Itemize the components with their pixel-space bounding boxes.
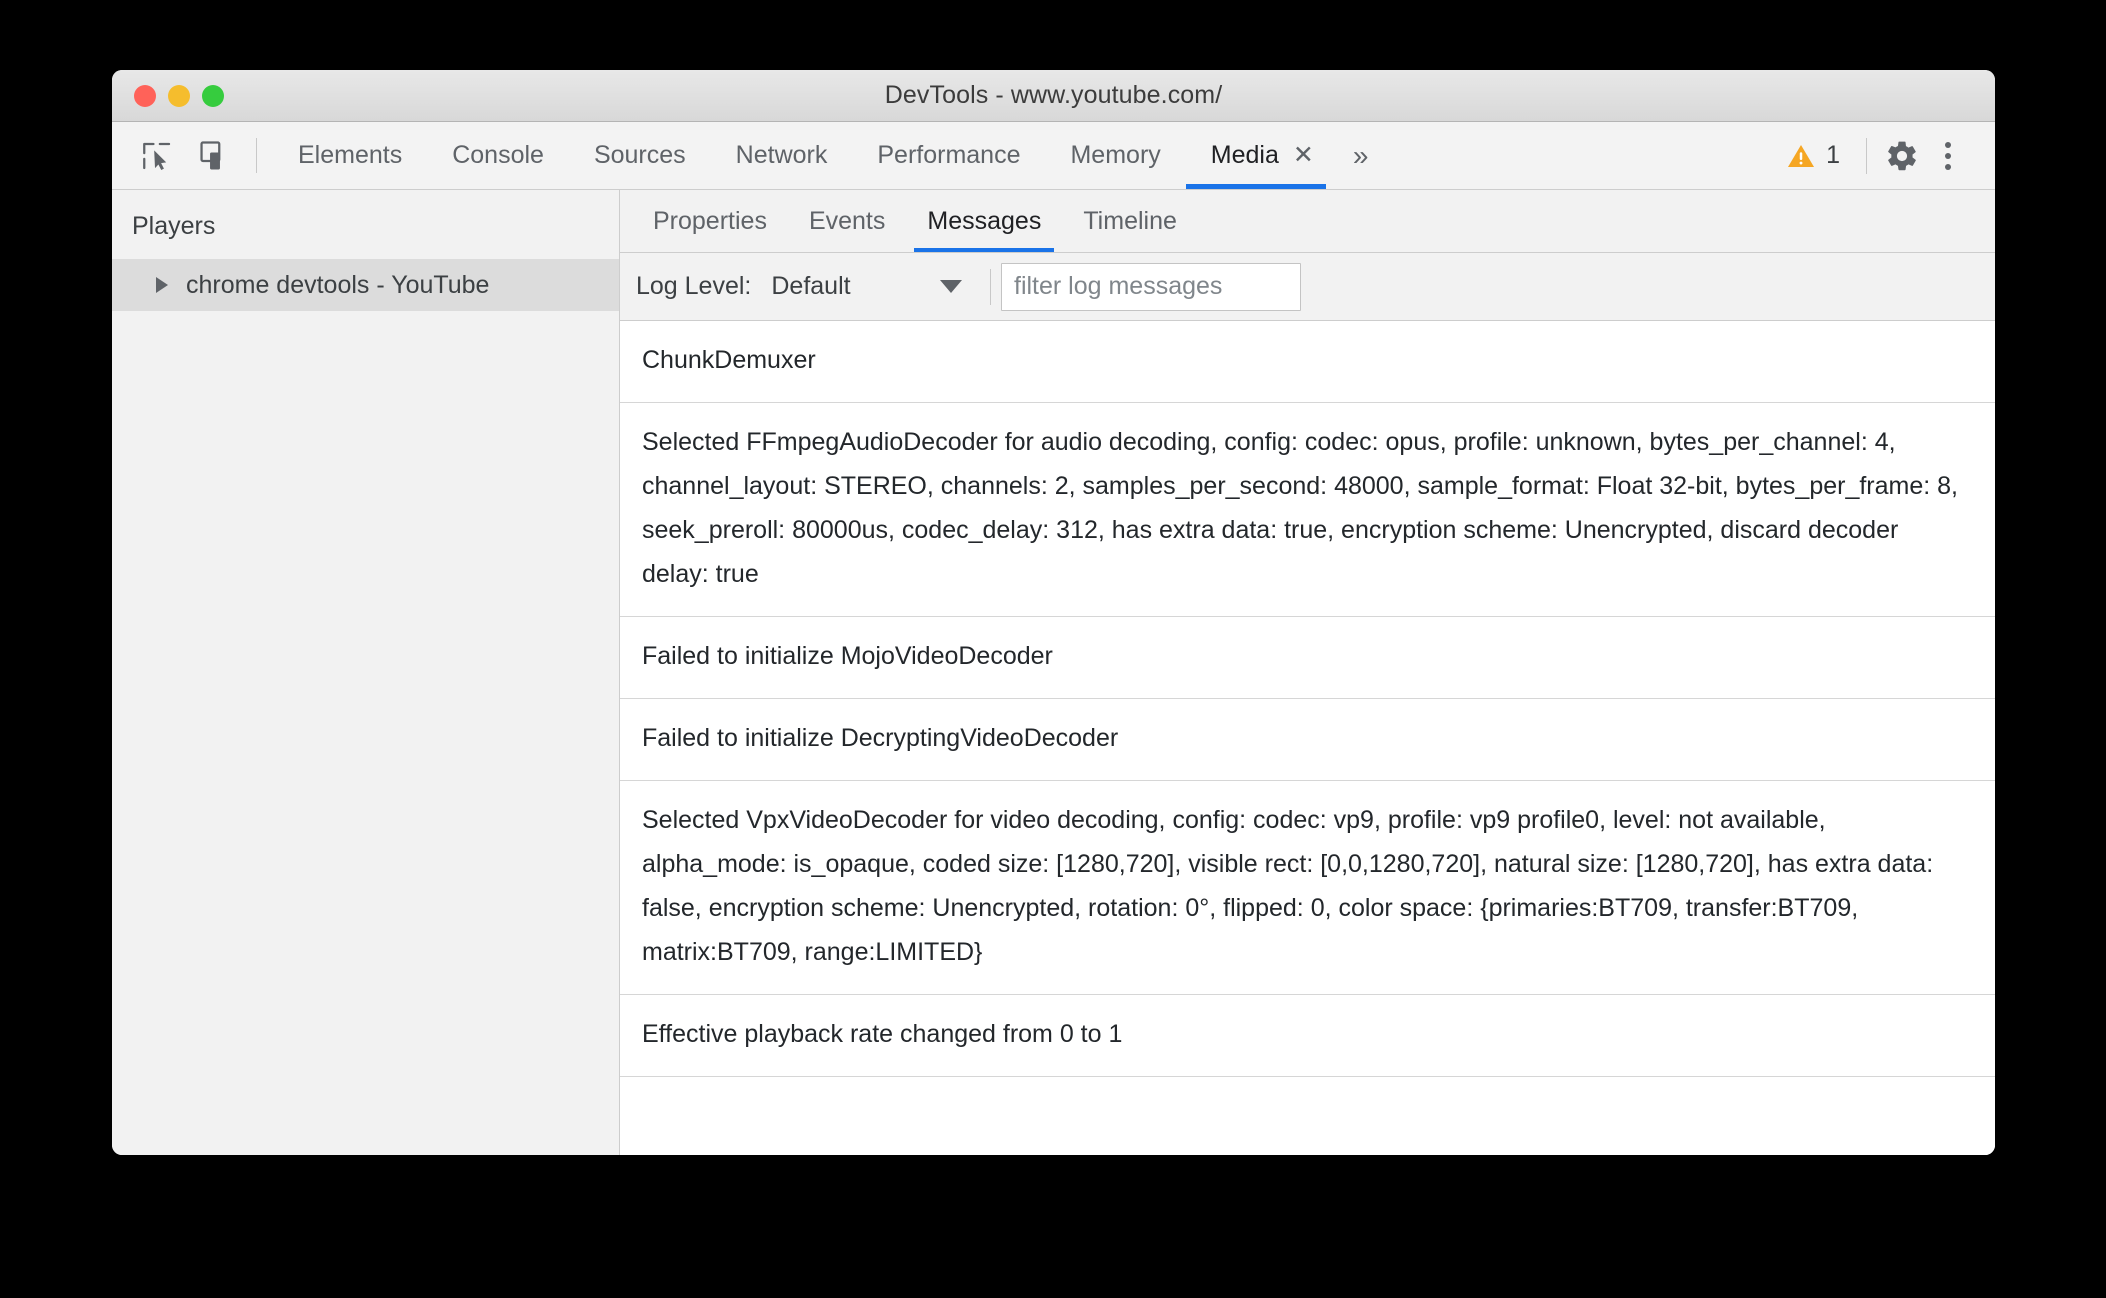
- chevron-double-right-icon: »: [1352, 139, 1369, 171]
- chevron-right-icon[interactable]: [156, 277, 168, 293]
- toolbar-right-group: 1: [1772, 122, 1995, 189]
- messages-filter-bar: Log Level: Default: [620, 253, 1995, 321]
- players-sidebar: Players chrome devtools - YouTube: [112, 190, 620, 1155]
- media-subtabs: Properties Events Messages Timeline: [620, 190, 1995, 253]
- log-level-value: Default: [771, 272, 851, 300]
- message-row[interactable]: Selected FFmpegAudioDecoder for audio de…: [620, 403, 1995, 617]
- subtab-label: Events: [808, 206, 886, 235]
- tab-memory[interactable]: Memory: [1045, 122, 1185, 189]
- tab-label: Performance: [877, 141, 1021, 169]
- message-row[interactable]: ChunkDemuxer: [620, 321, 1995, 403]
- message-row[interactable]: Selected VpxVideoDecoder for video decod…: [620, 781, 1995, 995]
- tab-performance[interactable]: Performance: [852, 122, 1045, 189]
- tab-console[interactable]: Console: [427, 122, 569, 189]
- toggle-device-toolbar-button[interactable]: [194, 135, 236, 177]
- sidebar-item-player[interactable]: chrome devtools - YouTube: [112, 259, 619, 311]
- sidebar-title: Players: [132, 212, 216, 240]
- tab-label: Memory: [1070, 141, 1161, 169]
- media-panel: Properties Events Messages Timeline Log …: [620, 190, 1995, 1155]
- minimize-window-button[interactable]: [168, 84, 190, 107]
- device-toolbar-icon: [200, 140, 221, 169]
- kebab-menu-icon: [1945, 141, 1951, 170]
- toolbar-icon-group: [112, 122, 254, 189]
- inspect-element-button[interactable]: [136, 135, 178, 177]
- panel-tabs: Elements Console Sources Network Perform…: [273, 122, 1772, 189]
- subtab-label: Timeline: [1083, 206, 1177, 235]
- tab-sources[interactable]: Sources: [569, 122, 711, 189]
- window-title: DevTools - www.youtube.com/: [884, 81, 1223, 109]
- close-window-button[interactable]: [134, 84, 156, 107]
- tab-label: Network: [735, 141, 828, 169]
- tab-network[interactable]: Network: [711, 122, 853, 189]
- warning-count: 1: [1826, 141, 1840, 169]
- devtools-body: Players chrome devtools - YouTube Proper…: [112, 190, 1995, 1155]
- tab-timeline[interactable]: Timeline: [1062, 190, 1198, 252]
- message-row[interactable]: Failed to initialize MojoVideoDecoder: [620, 617, 1995, 699]
- close-icon[interactable]: ✕: [1293, 143, 1314, 168]
- tab-events[interactable]: Events: [788, 190, 906, 252]
- messages-list[interactable]: ChunkDemuxer Selected FFmpegAudioDecoder…: [620, 321, 1995, 1155]
- sidebar-item-label: chrome devtools - YouTube: [186, 270, 490, 299]
- tab-label: Console: [452, 141, 544, 169]
- warning-triangle-icon: [1788, 144, 1815, 167]
- log-level-select[interactable]: Log Level: Default: [636, 264, 986, 310]
- message-row[interactable]: Failed to initialize DecryptingVideoDeco…: [620, 699, 1995, 781]
- window-titlebar: DevTools - www.youtube.com/: [112, 70, 1995, 122]
- more-panels-button[interactable]: »: [1339, 122, 1383, 189]
- tab-label: Elements: [298, 141, 403, 169]
- devtools-toolbar: Elements Console Sources Network Perform…: [112, 122, 1995, 190]
- toolbar-divider: [256, 138, 257, 173]
- gear-icon: [1888, 141, 1916, 170]
- subtab-label: Properties: [653, 206, 767, 235]
- log-level-label: Log Level:: [636, 272, 752, 300]
- tab-messages[interactable]: Messages: [906, 190, 1062, 252]
- tab-label: Sources: [593, 141, 686, 169]
- more-options-button[interactable]: [1925, 133, 1971, 179]
- message-row[interactable]: Effective playback rate changed from 0 t…: [620, 995, 1995, 1077]
- tab-label: Media: [1210, 141, 1279, 169]
- settings-button[interactable]: [1879, 133, 1925, 179]
- subtab-label: Messages: [927, 206, 1042, 235]
- filter-log-messages-input[interactable]: [1001, 262, 1301, 311]
- filter-bar-divider: [990, 268, 991, 305]
- tab-properties[interactable]: Properties: [632, 190, 788, 252]
- warning-badge[interactable]: 1: [1772, 141, 1854, 171]
- tab-media[interactable]: Media ✕: [1185, 122, 1339, 189]
- devtools-window: DevTools - www.youtube.com/ Elements Con…: [112, 70, 1995, 1155]
- maximize-window-button[interactable]: [202, 84, 224, 107]
- inspect-element-icon: [143, 142, 171, 170]
- traffic-lights: [134, 84, 224, 107]
- toolbar-right-divider: [1866, 137, 1867, 174]
- chevron-down-icon[interactable]: [940, 280, 962, 293]
- tab-elements[interactable]: Elements: [273, 122, 427, 189]
